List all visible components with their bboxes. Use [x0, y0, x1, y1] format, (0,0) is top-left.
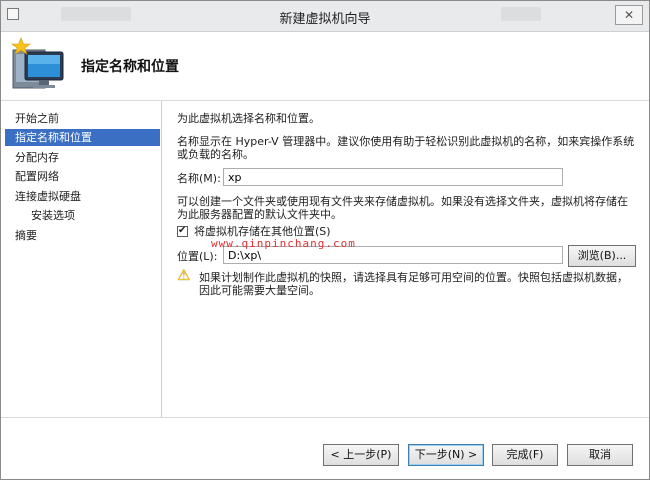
warning-icon: ⚠ — [177, 266, 191, 284]
watermark-text: www.qinpinchang.com — [211, 237, 356, 250]
cancel-button[interactable]: 取消 — [567, 444, 633, 466]
description-line-1: 名称显示在 Hyper-V 管理器中。建议你使用有助于轻松识别此虚拟机的名称，如… — [177, 135, 635, 148]
sidebar-item-before-you-begin[interactable]: 开始之前 — [5, 110, 160, 127]
location-label: 位置(L): — [177, 250, 218, 263]
warning-line-1: 如果计划制作此虚拟机的快照，请选择具有足够可用空间的位置。快照包括虚拟机数据， — [199, 271, 628, 284]
checkmark-icon: ✔ — [178, 225, 187, 236]
finish-button[interactable]: 完成(F) — [492, 444, 558, 466]
page-title: 指定名称和位置 — [81, 59, 179, 75]
description-line-2: 或负载的名称。 — [177, 148, 254, 161]
new-vm-monitor-icon — [11, 36, 67, 92]
wizard-steps-sidebar: 开始之前 指定名称和位置 分配内存 配置网络 连接虚拟硬盘 安装选项 摘要 — [1, 101, 162, 417]
sidebar-item-name-location[interactable]: 指定名称和位置 — [5, 129, 160, 146]
close-icon: ✕ — [623, 8, 635, 22]
warning-line-2: 因此可能需要大量空间。 — [199, 284, 320, 297]
window-title: 新建虚拟机向导 — [279, 12, 371, 27]
sidebar-item-memory[interactable]: 分配内存 — [5, 149, 160, 166]
sidebar-item-network[interactable]: 配置网络 — [5, 168, 160, 185]
browse-button[interactable]: 浏览(B)... — [568, 245, 636, 267]
close-button[interactable]: ✕ — [615, 5, 643, 25]
intro-text: 为此虚拟机选择名称和位置。 — [177, 112, 320, 125]
sidebar-item-install-options[interactable]: 安装选项 — [5, 207, 160, 224]
folder-description-line-1: 可以创建一个文件夹或使用现有文件夹来存储虚拟机。如果没有选择文件夹，虚拟机将存储… — [177, 195, 628, 208]
sidebar-item-summary[interactable]: 摘要 — [5, 227, 160, 244]
previous-button[interactable]: < 上一步(P) — [323, 444, 399, 466]
sidebar-item-virtual-disk[interactable]: 连接虚拟硬盘 — [5, 188, 160, 205]
wizard-window: 新建虚拟机向导 ✕ 指定名称和位置 开始之前 指定名称和位置 分配内存 配置网络… — [0, 0, 650, 480]
wizard-header: 指定名称和位置 — [1, 32, 649, 101]
store-elsewhere-checkbox[interactable]: ✔ — [177, 225, 188, 237]
folder-description-line-2: 为此服务器配置的默认文件夹中。 — [177, 208, 342, 221]
title-bar[interactable]: 新建虚拟机向导 ✕ — [1, 1, 649, 32]
next-button[interactable]: 下一步(N) > — [408, 444, 484, 466]
name-input[interactable] — [223, 168, 563, 186]
wizard-footer: < 上一步(P) 下一步(N) > 完成(F) 取消 — [1, 417, 649, 479]
name-label: 名称(M): — [177, 172, 221, 185]
